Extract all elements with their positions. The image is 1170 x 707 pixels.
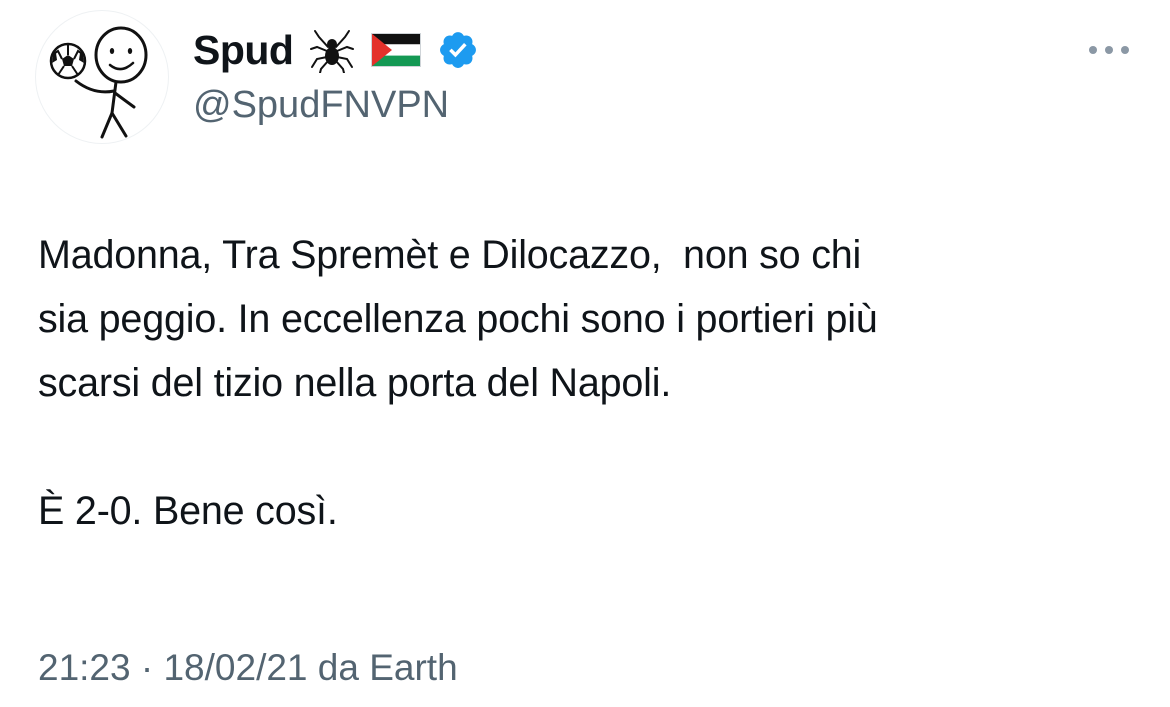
tweet-text-line: sia peggio. In eccellenza pochi sono i p… <box>38 297 878 341</box>
source-prefix: da <box>317 647 359 688</box>
tweet-source[interactable]: Earth <box>369 647 457 688</box>
spider-icon <box>309 27 355 73</box>
tweet-text-line: È 2-0. Bene così. <box>38 489 338 533</box>
tweet-text-blank-line <box>38 415 1148 479</box>
tweet-date[interactable]: 18/02/21 <box>163 647 307 688</box>
tweet-text-line: scarsi del tizio nella porta del Napoli. <box>38 361 672 405</box>
stick-figure-with-football-icon <box>49 26 148 139</box>
avatar[interactable] <box>36 11 168 143</box>
palestine-flag-icon <box>371 33 422 67</box>
meta-separator: · <box>140 647 154 688</box>
tweet-card: Spud @SpudFNVPN Madonna, Tra Spremèt e D… <box>0 0 1170 707</box>
verified-badge-icon[interactable] <box>437 29 479 71</box>
author-display-name[interactable]: Spud <box>193 24 294 76</box>
more-options-button[interactable] <box>1076 30 1142 70</box>
more-horizontal-icon <box>1089 46 1129 54</box>
tweet-text: Madonna, Tra Spremèt e Dilocazzo, non so… <box>38 223 1148 543</box>
tweet-meta: 21:23 · 18/02/21 da Earth <box>38 640 458 696</box>
tweet-time[interactable]: 21:23 <box>38 647 131 688</box>
author-name-row: Spud <box>193 24 479 76</box>
author-handle[interactable]: @SpudFNVPN <box>193 80 449 130</box>
tweet-text-line: Madonna, Tra Spremèt e Dilocazzo, non so… <box>38 233 862 277</box>
